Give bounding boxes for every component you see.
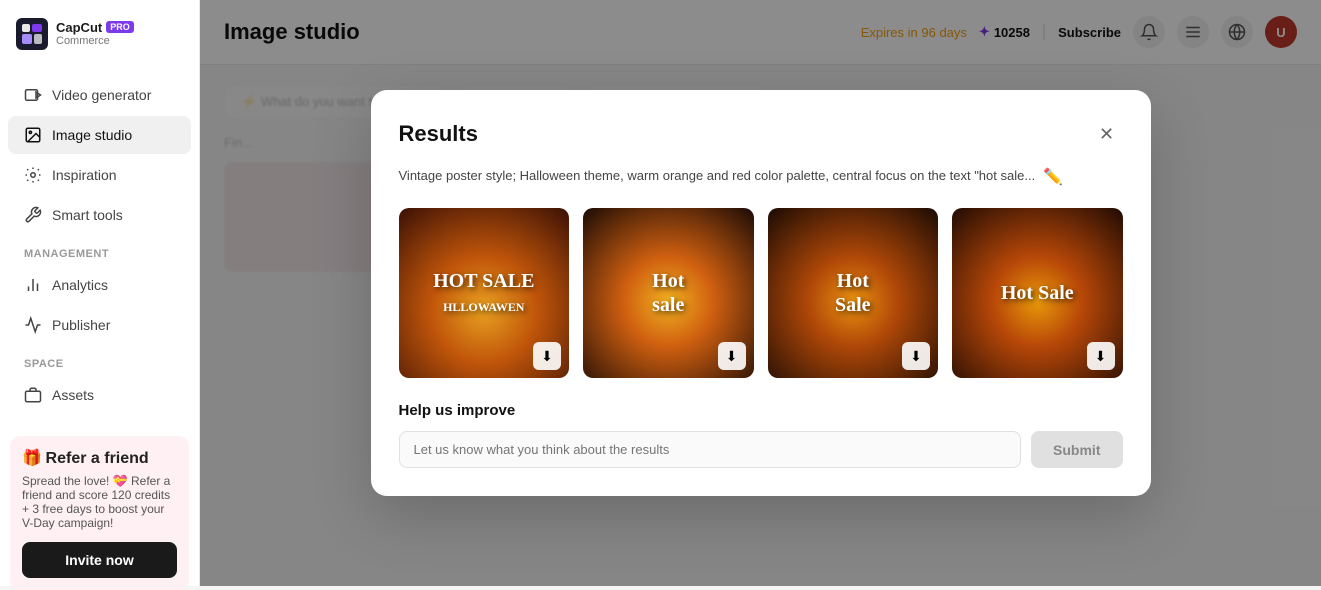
image-overlay-text-2: Hotsale — [652, 269, 684, 317]
modal-overlay: Results ✕ Vintage poster style; Hallowee… — [200, 0, 1321, 586]
pro-badge: PRO — [106, 21, 134, 33]
result-image-2: Hotsale ⬇ — [583, 208, 754, 378]
logo-icon — [16, 18, 48, 50]
logo-name: CapCut — [56, 20, 102, 36]
sidebar-item-smart-tools[interactable]: Smart tools — [8, 196, 191, 234]
result-image-4: Hot Sale ⬇ — [952, 208, 1123, 378]
management-section-label: Management — [0, 236, 199, 264]
download-button-2[interactable]: ⬇ — [718, 342, 746, 370]
modal-prompt: Vintage poster style; Halloween theme, w… — [399, 166, 1123, 190]
image-overlay-text-1: HOT SALEHLLOWAWEN — [433, 269, 534, 317]
result-image-3: HotSale ⬇ — [768, 208, 939, 378]
image-overlay-text-3: HotSale — [835, 269, 871, 317]
submit-button[interactable]: Submit — [1031, 431, 1122, 468]
edit-prompt-icon[interactable]: ✏️ — [1043, 166, 1063, 190]
feedback-input[interactable] — [399, 431, 1022, 468]
refer-icon: 🎁 — [22, 450, 42, 467]
sidebar-item-publisher[interactable]: Publisher — [8, 306, 191, 344]
sidebar-item-video-generator[interactable]: Video generator — [8, 76, 191, 114]
sidebar-item-analytics[interactable]: Analytics — [8, 266, 191, 304]
sidebar-item-inspiration[interactable]: Inspiration — [8, 156, 191, 194]
image-overlay-text-4: Hot Sale — [1001, 281, 1074, 305]
main-nav: Video generator Image studio Inspiration… — [0, 66, 199, 424]
modal-title: Results — [399, 121, 478, 147]
improve-section-label: Help us improve — [399, 402, 1123, 419]
main-content: Image studio Expires in 96 days ✦ 10258 … — [200, 0, 1321, 586]
modal-header: Results ✕ — [399, 118, 1123, 150]
feedback-row: Submit — [399, 431, 1123, 468]
download-button-4[interactable]: ⬇ — [1087, 342, 1115, 370]
sidebar: CapCut PRO Commerce Video generator Imag… — [0, 0, 200, 586]
refer-card: 🎁 Refer a friend Spread the love! 💝 Refe… — [10, 436, 189, 590]
sidebar-item-assets[interactable]: Assets — [8, 376, 191, 414]
sidebar-label: Image studio — [52, 127, 132, 143]
app-logo: CapCut PRO Commerce — [0, 0, 199, 66]
sidebar-label: Assets — [52, 387, 94, 403]
logo-subtitle: Commerce — [56, 35, 134, 48]
space-section-label: Space — [0, 346, 199, 374]
refer-card-desc: Spread the love! 💝 Refer a friend and sc… — [22, 474, 177, 530]
sidebar-label: Video generator — [52, 87, 151, 103]
sidebar-item-image-studio[interactable]: Image studio — [8, 116, 191, 154]
results-modal: Results ✕ Vintage poster style; Hallowee… — [371, 90, 1151, 496]
result-image-1: HOT SALEHLLOWAWEN ⬇ — [399, 208, 570, 378]
modal-close-button[interactable]: ✕ — [1091, 118, 1123, 150]
sidebar-label: Smart tools — [52, 207, 123, 223]
modal-images-grid: HOT SALEHLLOWAWEN ⬇ Hotsale ⬇ HotSale ⬇ … — [399, 208, 1123, 378]
download-button-1[interactable]: ⬇ — [533, 342, 561, 370]
prompt-text: Vintage poster style; Halloween theme, w… — [399, 166, 1036, 186]
sidebar-label: Publisher — [52, 317, 110, 333]
download-button-3[interactable]: ⬇ — [902, 342, 930, 370]
sidebar-label: Inspiration — [52, 167, 117, 183]
sidebar-label: Analytics — [52, 277, 108, 293]
invite-now-button[interactable]: Invite now — [22, 542, 177, 578]
refer-card-title: 🎁 Refer a friend — [22, 448, 177, 468]
